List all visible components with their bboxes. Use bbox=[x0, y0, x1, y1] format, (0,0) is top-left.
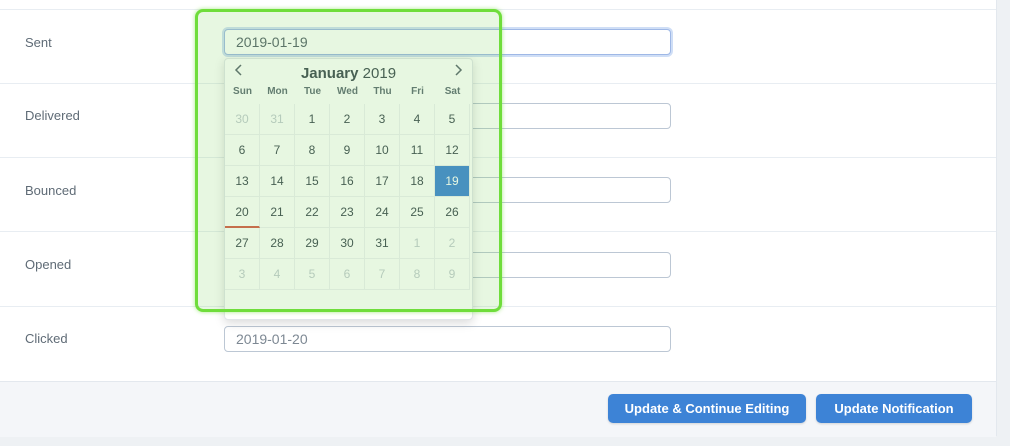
calendar-day[interactable]: 3 bbox=[365, 104, 400, 135]
clicked-label: Clicked bbox=[25, 331, 68, 346]
delivered-label: Delivered bbox=[25, 108, 80, 123]
calendar-day[interactable]: 10 bbox=[365, 135, 400, 166]
weekday-thu: Thu bbox=[373, 86, 392, 97]
year: 2019 bbox=[362, 65, 397, 82]
calendar-day[interactable]: 13 bbox=[225, 166, 260, 197]
calendar-day[interactable]: 31 bbox=[260, 104, 295, 135]
calendar-day[interactable]: 4 bbox=[400, 104, 435, 135]
calendar-day[interactable]: 9 bbox=[435, 259, 470, 290]
weekday-sun: Sun bbox=[233, 86, 252, 97]
calendar-day[interactable]: 5 bbox=[435, 104, 470, 135]
calendar-day[interactable]: 6 bbox=[330, 259, 365, 290]
calendar-day[interactable]: 18 bbox=[400, 166, 435, 197]
weekday-header: Sun Mon Tue Wed Thu Fri Sat bbox=[225, 86, 472, 102]
calendar-day[interactable]: 5 bbox=[295, 259, 330, 290]
clicked-date-input[interactable]: 2019-01-20 bbox=[224, 326, 671, 352]
calendar-day[interactable]: 9 bbox=[330, 135, 365, 166]
calendar-day[interactable]: 19 bbox=[435, 166, 470, 197]
calendar-day[interactable]: 6 bbox=[225, 135, 260, 166]
update-notification-button[interactable]: Update Notification bbox=[816, 394, 972, 423]
opened-label: Opened bbox=[25, 257, 72, 272]
calendar-day[interactable]: 24 bbox=[365, 197, 400, 228]
calendar-day[interactable]: 25 bbox=[400, 197, 435, 228]
calendar-day[interactable]: 21 bbox=[260, 197, 295, 228]
calendar-day[interactable]: 1 bbox=[400, 228, 435, 259]
date-picker: January 2019 Sun Mon Tue Wed Thu Fri Sat 30 31 1… bbox=[224, 58, 473, 320]
weekday-sat: Sat bbox=[444, 86, 461, 97]
update-continue-editing-button[interactable]: Update & Continue Editing bbox=[608, 394, 806, 423]
calendar-day[interactable]: 20 bbox=[225, 197, 260, 228]
calendar-day[interactable]: 2 bbox=[435, 228, 470, 259]
calendar-day[interactable]: 8 bbox=[295, 135, 330, 166]
calendar-day[interactable]: 29 bbox=[295, 228, 330, 259]
calendar-day[interactable]: 1 bbox=[295, 104, 330, 135]
calendar-day[interactable]: 14 bbox=[260, 166, 295, 197]
weekday-mon: Mon bbox=[267, 86, 288, 97]
sent-date-input[interactable]: 2019-01-19 bbox=[224, 29, 671, 55]
weekday-tue: Tue bbox=[303, 86, 322, 97]
weekday-wed: Wed bbox=[337, 86, 358, 97]
calendar-day[interactable]: 31 bbox=[365, 228, 400, 259]
calendar-day[interactable]: 15 bbox=[295, 166, 330, 197]
calendar-day[interactable]: 26 bbox=[435, 197, 470, 228]
calendar-day[interactable]: 7 bbox=[260, 135, 295, 166]
calendar-day[interactable]: 8 bbox=[400, 259, 435, 290]
calendar-day[interactable]: 7 bbox=[365, 259, 400, 290]
calendar-day[interactable]: 28 bbox=[260, 228, 295, 259]
sent-label: Sent bbox=[25, 35, 52, 50]
calendar-day[interactable]: 3 bbox=[225, 259, 260, 290]
bounced-label: Bounced bbox=[25, 183, 77, 198]
calendar-day[interactable]: 2 bbox=[330, 104, 365, 135]
calendar-day[interactable]: 30 bbox=[225, 104, 260, 135]
form-card: Sent 2019-01-19 Delivered Bounced Opened… bbox=[0, 0, 997, 437]
calendar-day[interactable]: 23 bbox=[330, 197, 365, 228]
calendar-day[interactable]: 12 bbox=[435, 135, 470, 166]
weekday-fri: Fri bbox=[411, 86, 424, 97]
calendar-day[interactable]: 16 bbox=[330, 166, 365, 197]
calendar-day[interactable]: 11 bbox=[400, 135, 435, 166]
calendar-day[interactable]: 27 bbox=[225, 228, 260, 259]
calendar-day[interactable]: 30 bbox=[330, 228, 365, 259]
calendar-day[interactable]: 4 bbox=[260, 259, 295, 290]
calendar-day[interactable]: 17 bbox=[365, 166, 400, 197]
calendar-day[interactable]: 22 bbox=[295, 197, 330, 228]
month-name: January bbox=[300, 65, 359, 82]
month-year-title: January 2019 bbox=[225, 65, 472, 82]
